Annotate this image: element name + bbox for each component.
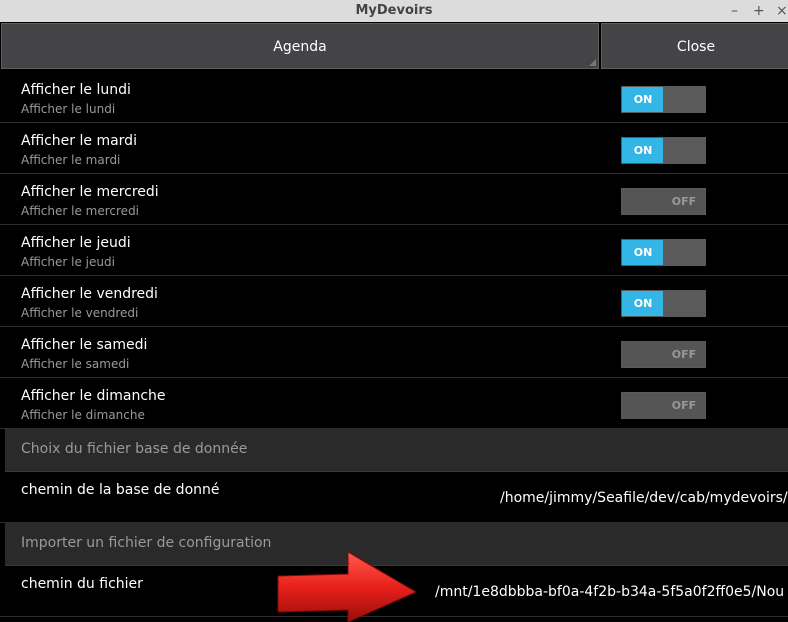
day-setting-row: Afficher le dimanche Afficher le dimanche… [0, 378, 788, 429]
day-setting-subtitle: Afficher le samedi [21, 357, 130, 371]
toggle-thumb [663, 87, 705, 112]
day-toggle-switch[interactable]: ON [621, 137, 706, 164]
day-setting-title: Afficher le lundi [21, 82, 131, 98]
day-setting-title: Afficher le vendredi [21, 286, 158, 302]
day-toggle-switch[interactable]: OFF [621, 341, 706, 368]
import-section-title: Importer un fichier de configuration [21, 535, 272, 551]
day-setting-row: Afficher le mercredi Afficher le mercredi… [0, 174, 788, 225]
toggle-state-label: OFF [663, 393, 705, 418]
toggle-thumb [663, 138, 705, 163]
day-setting-title: Afficher le mercredi [21, 184, 159, 200]
day-setting-row: Afficher le vendredi Afficher le vendredi… [0, 276, 788, 327]
toggle-thumb [663, 291, 705, 316]
toggle-state-label: OFF [663, 342, 705, 367]
agenda-button[interactable]: Agenda [1, 23, 599, 69]
settings-list: Afficher le lundi Afficher le lundi ON Affi… [0, 72, 788, 617]
toggle-state-label: ON [622, 240, 664, 265]
day-setting-row: Afficher le jeudi Afficher le jeudi ON [0, 225, 788, 276]
day-toggle-switch[interactable]: ON [621, 239, 706, 266]
agenda-button-label: Agenda [273, 39, 327, 55]
day-toggle-switch[interactable]: ON [621, 290, 706, 317]
toggle-thumb [622, 393, 664, 418]
day-setting-title: Afficher le samedi [21, 337, 148, 353]
day-setting-row: Afficher le lundi Afficher le lundi ON [0, 72, 788, 123]
day-setting-subtitle: Afficher le mardi [21, 153, 121, 167]
toggle-state-label: ON [622, 87, 664, 112]
toggle-thumb [622, 189, 664, 214]
maximize-icon[interactable]: + [753, 0, 765, 22]
window-title: MyDevoirs [355, 3, 433, 18]
import-path-value: /mnt/1e8dbbba-bf0a-4f2b-b34a-5f5a0f2ff0e… [435, 584, 785, 600]
day-setting-subtitle: Afficher le lundi [21, 102, 116, 116]
day-setting-subtitle: Afficher le jeudi [21, 255, 115, 269]
import-path-label: chemin du fichier [21, 576, 143, 592]
minimize-icon[interactable]: – [731, 0, 738, 22]
day-toggle-switch[interactable]: ON [621, 86, 706, 113]
db-path-row[interactable]: chemin de la base de donné /home/jimmy/S… [0, 472, 788, 523]
toggle-state-label: ON [622, 291, 664, 316]
db-section-header: Choix du fichier base de donnée [5, 429, 788, 472]
toggle-thumb [663, 240, 705, 265]
db-path-value: /home/jimmy/Seafile/dev/cab/mydevoirs/h [500, 490, 788, 506]
db-section-title: Choix du fichier base de donnée [21, 441, 248, 457]
day-setting-title: Afficher le jeudi [21, 235, 131, 251]
action-bar: Agenda Close [0, 22, 788, 72]
toggle-state-label: OFF [663, 189, 705, 214]
day-setting-row: Afficher le samedi Afficher le samedi OFF [0, 327, 788, 378]
day-setting-title: Afficher le mardi [21, 133, 137, 149]
toggle-thumb [622, 342, 664, 367]
day-setting-row: Afficher le mardi Afficher le mardi ON [0, 123, 788, 174]
red-arrow-icon [277, 551, 418, 622]
close-window-icon[interactable]: × [776, 0, 788, 22]
day-setting-subtitle: Afficher le dimanche [21, 408, 145, 422]
day-settings-list: Afficher le lundi Afficher le lundi ON Affi… [0, 72, 788, 429]
day-setting-subtitle: Afficher le mercredi [21, 204, 140, 218]
window-titlebar: MyDevoirs – + × [0, 0, 788, 23]
day-setting-subtitle: Afficher le vendredi [21, 306, 139, 320]
close-button[interactable]: Close [601, 23, 788, 69]
day-setting-title: Afficher le dimanche [21, 388, 166, 404]
dropdown-corner-icon [589, 59, 596, 66]
close-button-label: Close [676, 39, 716, 55]
day-toggle-switch[interactable]: OFF [621, 188, 706, 215]
day-toggle-switch[interactable]: OFF [621, 392, 706, 419]
toggle-state-label: ON [622, 138, 664, 163]
db-path-label: chemin de la base de donné [21, 482, 220, 498]
